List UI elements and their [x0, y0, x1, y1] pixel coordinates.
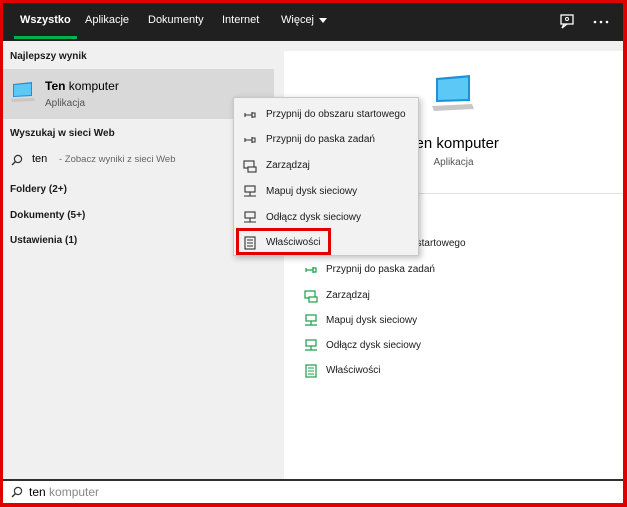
action-disconnect-drive-label: Odłącz dysk sieciowy: [326, 340, 422, 351]
network-drive-icon: [305, 339, 317, 351]
tab-internet[interactable]: Internet: [222, 3, 259, 41]
tab-wiecej-label: Więcej: [281, 14, 315, 26]
action-manage-label: Zarządzaj: [326, 290, 370, 301]
category-folders[interactable]: Foldery (2+): [10, 184, 67, 195]
action-properties-label: Właściwości: [326, 365, 381, 376]
network-drive-icon: [244, 185, 256, 197]
action-map-drive-label: Mapuj dysk sieciowy: [326, 315, 418, 326]
category-documents[interactable]: Dokumenty (5+): [10, 210, 85, 221]
search-typed-text: ten: [29, 485, 46, 499]
pin-icon: [244, 137, 256, 143]
best-match-name-rest: komputer: [65, 79, 119, 93]
action-pin-taskbar[interactable]: Przypnij do paska zadań: [304, 259, 604, 281]
search-bar[interactable]: ten komputer: [3, 479, 623, 503]
computer-icon: [11, 82, 35, 102]
web-search-query: ten: [32, 153, 48, 165]
pin-icon: [244, 112, 256, 118]
search-window: Wszystko Aplikacje Dokumenty Internet Wi…: [3, 3, 623, 503]
tab-aplikacje[interactable]: Aplikacje: [85, 3, 129, 41]
ctx-properties-label: Właściwości: [266, 237, 321, 248]
action-manage[interactable]: Zarządzaj: [304, 285, 604, 307]
properties-icon: [305, 364, 317, 378]
computer-large-icon: [432, 75, 474, 111]
ctx-manage-label: Zarządzaj: [266, 160, 310, 171]
feedback-icon[interactable]: [557, 12, 577, 32]
computer-manage-icon: [243, 160, 257, 173]
ctx-map-drive-label: Mapuj dysk sieciowy: [266, 186, 358, 197]
ctx-pin-start-label: Przypnij do obszaru startowego: [266, 109, 406, 120]
context-menu: Przypnij do obszaru startowego Przypnij …: [233, 97, 419, 256]
computer-manage-icon: [304, 290, 318, 303]
action-map-drive[interactable]: Mapuj dysk sieciowy: [304, 310, 604, 332]
tab-dokumenty[interactable]: Dokumenty: [148, 3, 204, 41]
properties-icon: [244, 236, 256, 250]
action-disconnect-drive[interactable]: Odłącz dysk sieciowy: [304, 335, 604, 357]
pin-icon: [305, 267, 317, 273]
search-input[interactable]: ten komputer: [29, 485, 99, 499]
network-drive-icon: [305, 314, 317, 326]
ctx-pin-start[interactable]: Przypnij do obszaru startowego: [234, 102, 418, 127]
top-nav-bar: Wszystko Aplikacje Dokumenty Internet Wi…: [3, 3, 623, 41]
ctx-disconnect-drive-label: Odłącz dysk sieciowy: [266, 212, 362, 223]
tab-wiecej[interactable]: Więcej: [281, 3, 328, 41]
ctx-properties[interactable]: Właściwości: [234, 230, 418, 255]
chevron-down-icon: [319, 17, 328, 23]
ctx-manage[interactable]: Zarządzaj: [234, 153, 418, 178]
category-settings[interactable]: Ustawienia (1): [10, 235, 77, 246]
best-match-name-bold: Ten: [45, 79, 66, 93]
web-search-hint: - Zobacz wyniki z sieci Web: [59, 154, 176, 165]
search-icon: [11, 154, 23, 166]
ctx-disconnect-drive[interactable]: Odłącz dysk sieciowy: [234, 205, 418, 230]
web-search-heading: Wyszukaj w sieci Web: [10, 128, 115, 139]
search-suggestion-text: komputer: [45, 485, 100, 499]
more-options-icon[interactable]: [591, 12, 611, 32]
tab-wszystko[interactable]: Wszystko: [14, 3, 77, 41]
network-drive-icon: [244, 211, 256, 223]
action-pin-taskbar-label: Przypnij do paska zadań: [326, 264, 435, 275]
action-properties[interactable]: Właściwości: [304, 360, 604, 382]
ctx-pin-taskbar-label: Przypnij do paska zadań: [266, 134, 375, 145]
search-icon: [11, 486, 23, 498]
ctx-map-drive[interactable]: Mapuj dysk sieciowy: [234, 179, 418, 204]
best-match-type: Aplikacja: [45, 98, 86, 109]
ctx-pin-taskbar[interactable]: Przypnij do paska zadań: [234, 127, 418, 152]
best-match-name: Ten komputer: [45, 79, 119, 93]
best-match-heading: Najlepszy wynik: [10, 51, 87, 62]
